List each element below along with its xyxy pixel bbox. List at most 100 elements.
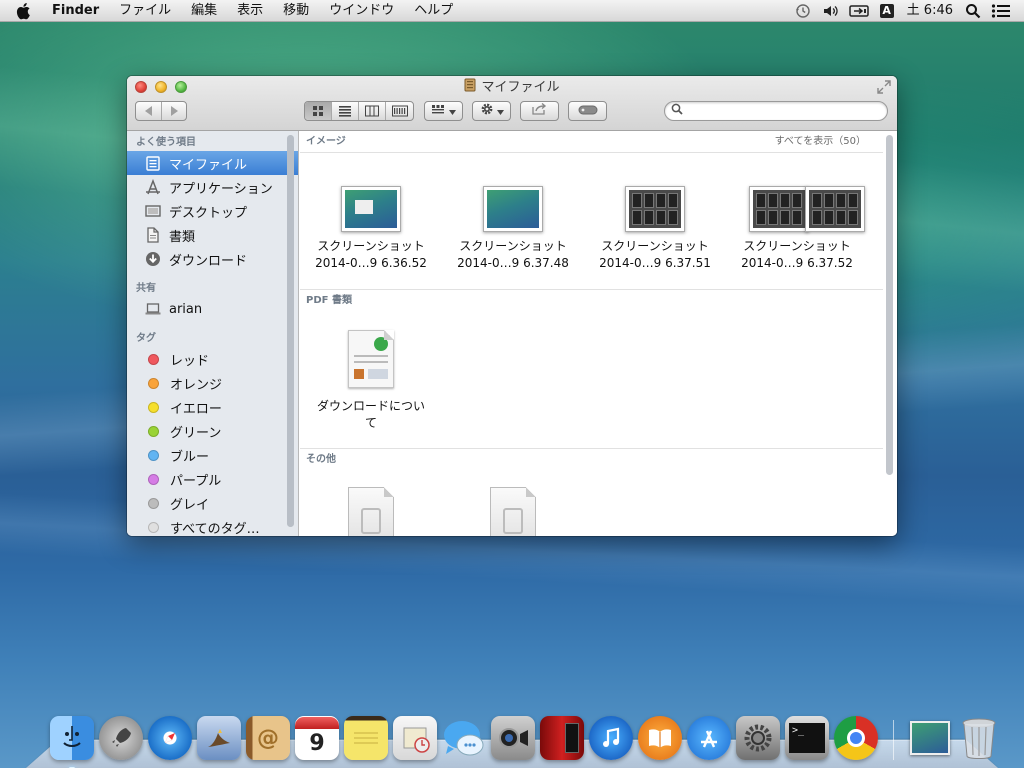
launchpad-icon[interactable]	[99, 716, 143, 760]
file-item[interactable]: スクリーンショット 2014-0…9 6.36.52	[300, 186, 442, 272]
search-field[interactable]	[664, 101, 888, 121]
sidebar-tag-all[interactable]: すべてのタグ…	[127, 515, 298, 536]
sidebar-tag-yellow[interactable]: イエロー	[127, 395, 298, 419]
trash-icon[interactable]	[957, 716, 1001, 760]
show-all-link[interactable]: すべてを表示（50）	[775, 131, 866, 152]
search-input[interactable]	[688, 104, 887, 118]
tag-dot-icon	[148, 402, 159, 413]
file-name-line2: て	[300, 415, 442, 432]
dock: @ 9 >_	[50, 708, 1006, 760]
sidebar-item-label: すべてのタグ…	[170, 518, 260, 537]
applications-icon	[144, 178, 162, 196]
volume-icon[interactable]	[820, 0, 842, 22]
ibooks-icon[interactable]	[638, 716, 682, 760]
section-other: その他	[300, 449, 883, 536]
menu-help[interactable]: ヘルプ	[404, 0, 463, 22]
sidebar-scrollbar[interactable]	[287, 135, 294, 527]
time-machine-icon[interactable]	[792, 0, 814, 22]
content-scrollbar[interactable]	[886, 135, 893, 475]
input-source-badge: A	[880, 4, 894, 18]
document-icon	[348, 487, 394, 536]
icon-view-icon[interactable]	[305, 102, 332, 120]
tag-dot-icon	[148, 474, 159, 485]
sidebar-tag-purple[interactable]: パープル	[127, 467, 298, 491]
sidebar-tag-red[interactable]: レッド	[127, 347, 298, 371]
sidebar-tag-blue[interactable]: ブルー	[127, 443, 298, 467]
fullscreen-icon[interactable]	[877, 80, 891, 94]
pdf-thumbnail	[348, 330, 394, 388]
app-store-icon[interactable]	[687, 716, 731, 760]
reminders-icon[interactable]	[393, 716, 437, 760]
sidebar-item-all-my-files[interactable]: マイファイル	[127, 151, 298, 175]
sidebar-item-label: グリーン	[170, 422, 221, 441]
menu-edit[interactable]: 編集	[181, 0, 227, 22]
menu-app-name[interactable]: Finder	[48, 0, 109, 22]
sidebar-item-arian[interactable]: arian	[127, 297, 298, 321]
menu-go[interactable]: 移動	[273, 0, 319, 22]
file-name-line2: 2014-0…9 6.37.51	[584, 255, 726, 272]
all-my-files-icon	[464, 78, 476, 98]
file-name-line1: スクリーンショット	[300, 238, 442, 255]
sidebar-section-favorites: よく使う項目	[127, 135, 298, 151]
safari-icon[interactable]	[148, 716, 192, 760]
input-source-icon[interactable]: A	[876, 0, 898, 22]
back-icon[interactable]	[136, 102, 162, 120]
file-thumbnail	[737, 186, 857, 232]
menu-window[interactable]: ウインドウ	[319, 0, 404, 22]
file-name-line1: ダウンロードについ	[300, 398, 442, 415]
menu-bar: Finder ファイル 編集 表示 移動 ウインドウ ヘルプ A 土 6:46	[0, 0, 1024, 22]
calendar-icon[interactable]: 9	[295, 716, 339, 760]
contacts-icon[interactable]: @	[246, 716, 290, 760]
sidebar-tag-gray[interactable]: グレイ	[127, 491, 298, 515]
sidebar-item-applications[interactable]: アプリケーション	[127, 175, 298, 199]
spotlight-icon[interactable]	[962, 0, 984, 22]
photo-booth-icon[interactable]	[540, 716, 584, 760]
file-item[interactable]: スクリーンショット 2014-0…9 6.37.48	[442, 186, 584, 272]
file-name-line1: スクリーンショット	[584, 238, 726, 255]
itunes-icon[interactable]	[589, 716, 633, 760]
messages-icon[interactable]	[442, 716, 486, 760]
file-item[interactable]	[300, 487, 442, 536]
notes-icon[interactable]	[344, 716, 388, 760]
tag-dot-icon	[148, 426, 159, 437]
sidebar-tag-orange[interactable]: オレンジ	[127, 371, 298, 395]
notification-center-icon[interactable]	[990, 0, 1012, 22]
display-mirroring-icon[interactable]	[848, 0, 870, 22]
mail-icon[interactable]	[197, 716, 241, 760]
downloads-stack-icon[interactable]	[908, 716, 952, 760]
sidebar-item-downloads[interactable]: ダウンロード	[127, 247, 298, 271]
terminal-icon[interactable]: >_	[785, 716, 829, 760]
sidebar-scrollbar-thumb[interactable]	[287, 135, 294, 527]
sidebar-item-label: オレンジ	[170, 374, 222, 393]
sidebar-item-label: arian	[169, 302, 202, 317]
share-button[interactable]	[520, 101, 559, 121]
menu-file[interactable]: ファイル	[109, 0, 181, 22]
facetime-icon[interactable]	[491, 716, 535, 760]
sidebar-tag-green[interactable]: グリーン	[127, 419, 298, 443]
file-browser: イメージ すべてを表示（50） スクリーンショット 2014-0…9 6.36.…	[300, 131, 897, 536]
action-button[interactable]	[472, 101, 511, 121]
apple-icon[interactable]	[16, 0, 34, 22]
window-titlebar[interactable]: マイファイル	[127, 76, 897, 131]
dock-separator	[893, 720, 894, 760]
finder-window: マイファイル よく使う項目 マイファイル アプリケーション デスクトップ 書類 …	[127, 76, 897, 536]
sidebar-item-documents[interactable]: 書類	[127, 223, 298, 247]
sidebar-item-label: レッド	[170, 350, 209, 369]
file-item[interactable]: スクリーンショット 2014-0…9 6.37.51	[584, 186, 726, 272]
tags-button[interactable]	[568, 101, 607, 121]
sidebar-item-desktop[interactable]: デスクトップ	[127, 199, 298, 223]
file-item[interactable]: ダウンロードについ て	[300, 330, 442, 432]
coverflow-view-icon[interactable]	[386, 102, 413, 120]
menu-clock[interactable]: 土 6:46	[901, 0, 959, 22]
file-item[interactable]	[442, 487, 584, 536]
chrome-icon[interactable]	[834, 716, 878, 760]
system-preferences-icon[interactable]	[736, 716, 780, 760]
finder-icon[interactable]	[50, 716, 94, 760]
menu-view[interactable]: 表示	[227, 0, 273, 22]
list-view-icon[interactable]	[332, 102, 359, 120]
arrange-button[interactable]	[424, 101, 463, 121]
file-item[interactable]: スクリーンショット 2014-0…9 6.37.52	[726, 186, 868, 272]
forward-icon[interactable]	[162, 102, 186, 120]
column-view-icon[interactable]	[359, 102, 386, 120]
sidebar-section-shared: 共有	[127, 281, 298, 297]
